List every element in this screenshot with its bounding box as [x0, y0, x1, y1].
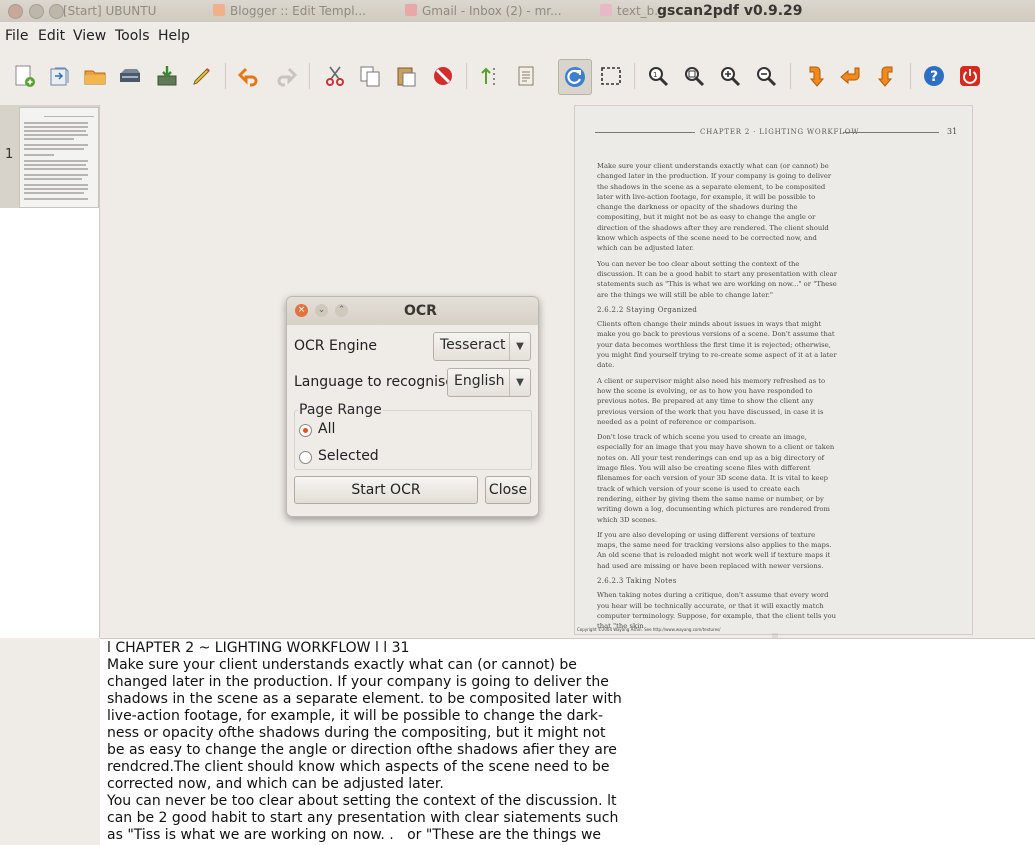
toolbar-separator — [790, 63, 791, 89]
page-range-label: Page Range — [298, 402, 383, 418]
maximize-window-button[interactable] — [49, 4, 64, 19]
page-paragraph: You can never be too clear about setting… — [597, 259, 837, 299]
header-rule — [843, 132, 939, 133]
radio-selected[interactable] — [299, 451, 312, 464]
page-subheading: 2.6.2.2 Staying Organized — [597, 305, 698, 314]
background-tab: [Start] UBUNTU — [63, 4, 157, 18]
paste-icon[interactable] — [391, 61, 421, 91]
radio-all[interactable] — [299, 424, 312, 437]
properties-icon[interactable] — [511, 61, 541, 91]
redo-icon[interactable] — [271, 61, 301, 91]
ocr-engine-select[interactable]: Tesseract ▼ — [433, 332, 531, 361]
dialog-maximize-icon[interactable]: ⌃ — [335, 304, 348, 317]
dropdown-arrow-icon: ▼ — [509, 333, 530, 360]
scan-icon[interactable] — [115, 61, 145, 91]
toolbar-separator — [309, 63, 310, 89]
quit-icon[interactable] — [955, 61, 985, 91]
ocr-dialog: × ⌄ ⌃ OCR OCR Engine Tesseract ▼ Languag… — [286, 296, 539, 517]
undo-icon[interactable] — [234, 61, 264, 91]
minimize-window-button[interactable] — [29, 4, 44, 19]
background-tab: text_b... — [600, 4, 666, 18]
help-icon[interactable]: ? — [919, 61, 949, 91]
open-folder-icon[interactable] — [80, 61, 110, 91]
thumbnail-number: 1 — [5, 147, 14, 162]
page-paragraph: A client or supervisor might also need h… — [597, 376, 826, 426]
dialog-title: OCR — [404, 303, 437, 319]
menu-file[interactable]: File — [5, 28, 28, 44]
toolbar-separator — [466, 63, 467, 89]
close-window-button[interactable] — [8, 4, 23, 19]
close-button[interactable]: Close — [485, 476, 531, 504]
rotate-icon[interactable] — [558, 59, 592, 95]
radio-all-label[interactable]: All — [318, 421, 335, 437]
page-footer: Copyright ©2004 Wayang Ashin. See http:/… — [577, 627, 721, 632]
page-body: Make sure your client understands exactl… — [597, 161, 837, 634]
dialog-titlebar[interactable]: × ⌄ ⌃ OCR — [287, 297, 538, 325]
copy-icon[interactable] — [355, 61, 385, 91]
zoom-fit-icon[interactable] — [679, 61, 709, 91]
toolbar-separator — [634, 63, 635, 89]
thumbnail-panel[interactable]: 1 — [0, 105, 100, 638]
select-icon[interactable] — [596, 61, 626, 91]
ocr-engine-label: OCR Engine — [294, 338, 377, 354]
renumber-icon[interactable] — [475, 61, 505, 91]
menu-bar: File Edit View Tools Help — [0, 22, 1035, 49]
rotate-180-icon[interactable] — [836, 61, 866, 91]
menu-tools[interactable]: Tools — [115, 28, 150, 44]
page-paragraph: Make sure your client understands exactl… — [597, 162, 832, 253]
page-paragraph: If you are also developing or using diff… — [597, 530, 832, 570]
page-paragraph: Don't lose track of which scene you used… — [597, 433, 835, 524]
zoom-100-icon[interactable]: 1 — [643, 61, 673, 91]
page-number: 31 — [947, 127, 958, 136]
edit-pen-icon[interactable] — [187, 61, 217, 91]
page-header: CHAPTER 2 · LIGHTING WORKFLOW — [700, 128, 860, 136]
zoom-in-icon[interactable] — [715, 61, 745, 91]
thumbnail-image[interactable] — [19, 107, 99, 208]
rotate-90-icon[interactable] — [800, 61, 830, 91]
toolbar-separator — [225, 63, 226, 89]
page-paragraph: Clients often change their minds about i… — [597, 320, 837, 370]
rotate-270-icon[interactable] — [872, 61, 902, 91]
background-tab: Gmail - Inbox (2) - mr... — [405, 4, 562, 18]
language-label: Language to recognise — [294, 374, 454, 390]
svg-text:1: 1 — [653, 71, 657, 79]
menu-help[interactable]: Help — [158, 28, 190, 44]
dialog-minimize-icon[interactable]: ⌄ — [315, 304, 328, 317]
dropdown-arrow-icon: ▼ — [509, 369, 530, 396]
delete-icon[interactable] — [428, 61, 458, 91]
window-title: gscan2pdf v0.9.29 — [657, 3, 803, 19]
ocr-output-text[interactable]: l CHAPTER 2 ~ LIGHTING WORKFLOW l l 31 M… — [107, 640, 727, 844]
title-bar: [Start] UBUNTU Blogger :: Edit Templ... … — [0, 0, 1035, 22]
radio-selected-label[interactable]: Selected — [318, 448, 379, 464]
header-rule — [595, 132, 695, 133]
thumbnail-item[interactable]: 1 — [0, 105, 99, 208]
page-subheading: 2.6.2.3 Taking Notes — [597, 576, 677, 585]
svg-text:?: ? — [930, 69, 938, 85]
language-value: English — [454, 373, 505, 389]
language-select[interactable]: English ▼ — [447, 368, 531, 397]
menu-view[interactable]: View — [73, 28, 106, 44]
zoom-out-icon[interactable] — [751, 61, 781, 91]
menu-edit[interactable]: Edit — [38, 28, 65, 44]
toolbar-separator — [910, 63, 911, 89]
dialog-close-icon[interactable]: × — [295, 304, 308, 317]
scanned-page-image[interactable]: CHAPTER 2 · LIGHTING WORKFLOW 31 Make su… — [574, 105, 973, 635]
import-icon[interactable] — [44, 61, 74, 91]
background-tab: Blogger :: Edit Templ... — [213, 4, 366, 18]
save-icon[interactable] — [152, 61, 182, 91]
ocr-output-textview[interactable]: l CHAPTER 2 ~ LIGHTING WORKFLOW l l 31 M… — [100, 638, 1035, 845]
ocr-engine-value: Tesseract — [440, 337, 506, 353]
start-ocr-button[interactable]: Start OCR — [294, 476, 478, 504]
new-document-icon[interactable] — [9, 61, 39, 91]
toolbar: 1 ? — [0, 49, 1035, 105]
cut-icon[interactable] — [320, 61, 350, 91]
page-paragraph: When taking notes during a critique, don… — [597, 591, 836, 631]
